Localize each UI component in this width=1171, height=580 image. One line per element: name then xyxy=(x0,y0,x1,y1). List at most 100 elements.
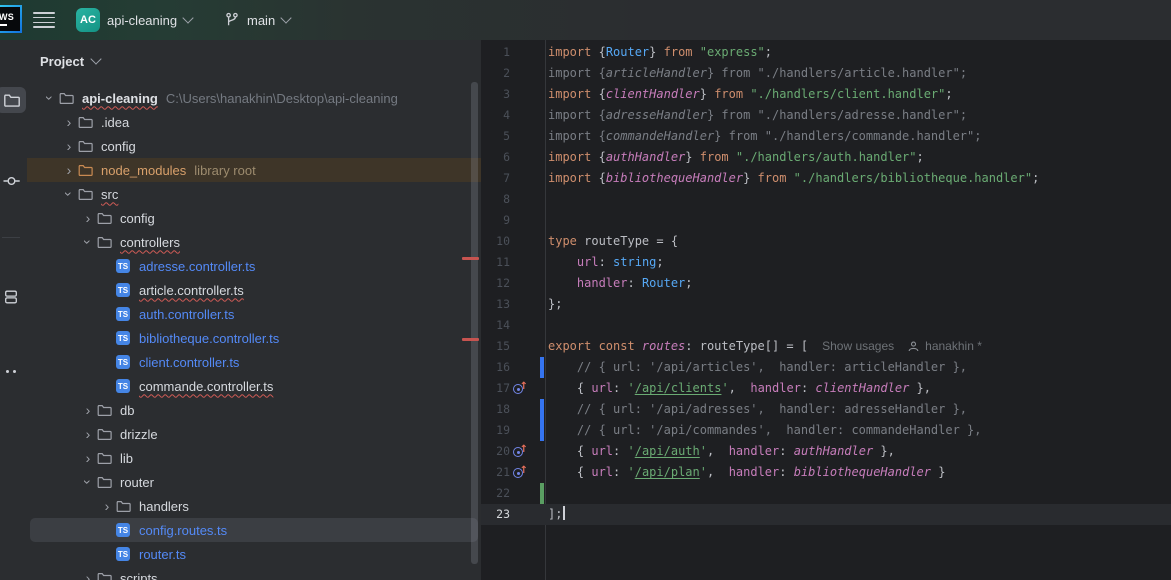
line-number[interactable]: 17 xyxy=(481,378,510,399)
tree-item-config[interactable]: ›config xyxy=(27,206,481,230)
code-text[interactable]: import {articleHandler} from "./handlers… xyxy=(548,63,967,84)
tree-item-controllers[interactable]: ›controllers xyxy=(27,230,481,254)
chevron-collapsed-icon[interactable]: › xyxy=(80,426,96,442)
code-text[interactable]: // { url: '/api/adresses', handler: adre… xyxy=(548,399,967,420)
line-number[interactable]: 8 xyxy=(481,189,510,210)
chevron-expanded-icon[interactable]: › xyxy=(42,90,58,106)
tree-item-lib[interactable]: ›lib xyxy=(27,446,481,470)
line-number[interactable]: 23 xyxy=(481,504,510,525)
tree-item-src[interactable]: ›src xyxy=(27,182,481,206)
more-tools-button[interactable] xyxy=(0,358,26,384)
project-widget[interactable]: AC api-cleaning xyxy=(76,4,192,36)
code-text[interactable]: import {authHandler} from "./handlers/au… xyxy=(548,147,924,168)
code-text[interactable]: url: string; xyxy=(548,252,664,273)
code-text[interactable]: import {adresseHandler} from "./handlers… xyxy=(548,105,967,126)
code-vision-usages[interactable]: Show usages xyxy=(822,339,894,353)
line-number[interactable]: 11 xyxy=(481,252,510,273)
line-number[interactable]: 21 xyxy=(481,462,510,483)
tree-item-api-cleaning[interactable]: ›api-cleaningC:\Users\hanakhin\Desktop\a… xyxy=(27,86,481,110)
line-number[interactable]: 7 xyxy=(481,168,510,189)
tree-item-commande.controller.ts[interactable]: TScommande.controller.ts xyxy=(27,374,481,398)
tree-item-client.controller.ts[interactable]: TSclient.controller.ts xyxy=(27,350,481,374)
line-number[interactable]: 2 xyxy=(481,63,510,84)
tree-item-config[interactable]: ›config xyxy=(27,134,481,158)
chevron-collapsed-icon[interactable]: › xyxy=(80,210,96,226)
vcs-modified-line-marker[interactable] xyxy=(540,357,544,378)
tree-item-adresse.controller.ts[interactable]: TSadresse.controller.ts xyxy=(27,254,481,278)
tree-item-auth.controller.ts[interactable]: TSauth.controller.ts xyxy=(27,302,481,326)
code-text[interactable]: import {Router} from "express"; xyxy=(548,42,772,63)
line-number[interactable]: 12 xyxy=(481,273,510,294)
code-text[interactable]: import {commandeHandler} from "./handler… xyxy=(548,126,981,147)
endpoint-gutter-icon[interactable]: ↑ xyxy=(512,465,528,481)
line-number[interactable]: 16 xyxy=(481,357,510,378)
code-text[interactable]: import {bibliothequeHandler} from "./han… xyxy=(548,168,1039,189)
error-stripe-mark[interactable] xyxy=(462,257,479,260)
tree-item-config.routes.ts[interactable]: TSconfig.routes.ts xyxy=(27,518,481,542)
code-vision-author[interactable]: hanakhin * xyxy=(925,339,982,353)
line-number[interactable]: 9 xyxy=(481,210,510,231)
chevron-collapsed-icon[interactable]: › xyxy=(61,162,77,178)
code-text[interactable]: handler: Router; xyxy=(548,273,693,294)
chevron-collapsed-icon[interactable]: › xyxy=(80,402,96,418)
project-scrollbar[interactable] xyxy=(471,82,478,564)
chevron-expanded-icon[interactable]: › xyxy=(80,234,96,250)
chevron-expanded-icon[interactable]: › xyxy=(61,186,77,202)
tree-item-article.controller.ts[interactable]: TSarticle.controller.ts xyxy=(27,278,481,302)
code-text[interactable]: import {clientHandler} from "./handlers/… xyxy=(548,84,953,105)
project-tool-button[interactable] xyxy=(0,87,26,113)
vcs-branch-widget[interactable]: main xyxy=(224,4,290,36)
vcs-modified-line-marker[interactable] xyxy=(540,399,544,420)
chevron-collapsed-icon[interactable]: › xyxy=(61,138,77,154)
vcs-added-line-marker[interactable] xyxy=(540,483,544,504)
line-number[interactable]: 4 xyxy=(481,105,510,126)
hamburger-menu-icon[interactable] xyxy=(33,12,55,28)
line-number[interactable]: 18 xyxy=(481,399,510,420)
tree-item-drizzle[interactable]: ›drizzle xyxy=(27,422,481,446)
code-editor[interactable]: 1 import {Router} from "express"; 2 import … xyxy=(481,40,1171,580)
folder-icon xyxy=(77,114,93,130)
line-number[interactable]: 20 xyxy=(481,441,510,462)
code-text[interactable]: { url: '/api/plan', handler: bibliothequ… xyxy=(548,462,945,483)
tree-item-.idea[interactable]: ›.idea xyxy=(27,110,481,134)
line-number[interactable]: 10 xyxy=(481,231,510,252)
tree-item-bibliotheque.controller.ts[interactable]: TSbibliotheque.controller.ts xyxy=(27,326,481,350)
chevron-collapsed-icon[interactable]: › xyxy=(99,498,115,514)
tree-item-scripts[interactable]: ›scripts xyxy=(27,566,481,580)
chevron-collapsed-icon[interactable]: › xyxy=(61,114,77,130)
structure-tool-button[interactable] xyxy=(0,284,26,310)
line-number[interactable]: 5 xyxy=(481,126,510,147)
vcs-modified-line-marker[interactable] xyxy=(540,420,544,441)
tree-item-router[interactable]: ›router xyxy=(27,470,481,494)
chevron-expanded-icon[interactable]: › xyxy=(80,474,96,490)
code-text[interactable]: ]; xyxy=(548,504,565,525)
line-number[interactable]: 1 xyxy=(481,42,510,63)
code-text[interactable]: { url: '/api/clients', handler: clientHa… xyxy=(548,378,931,399)
endpoint-gutter-icon[interactable]: ↑ xyxy=(512,381,528,397)
endpoint-gutter-icon[interactable]: ↑ xyxy=(512,444,528,460)
error-stripe-mark[interactable] xyxy=(462,338,479,341)
code-text[interactable]: { url: '/api/auth', handler: authHandler… xyxy=(548,441,895,462)
line-number[interactable]: 13 xyxy=(481,294,510,315)
line-number[interactable]: 3 xyxy=(481,84,510,105)
tree-item-db[interactable]: ›db xyxy=(27,398,481,422)
line-number[interactable]: 6 xyxy=(481,147,510,168)
line-number[interactable]: 15 xyxy=(481,336,510,357)
tree-item-router.ts[interactable]: TSrouter.ts xyxy=(27,542,481,566)
chevron-collapsed-icon[interactable]: › xyxy=(80,570,96,580)
code-text[interactable]: // { url: '/api/articles', handler: arti… xyxy=(548,357,967,378)
chevron-collapsed-icon[interactable]: › xyxy=(80,450,96,466)
code-text[interactable]: export const routes: routeType[] = [Show… xyxy=(548,336,982,359)
line-number[interactable]: 19 xyxy=(481,420,510,441)
commit-tool-button[interactable] xyxy=(0,168,26,194)
code-text[interactable]: type routeType = { xyxy=(548,231,678,252)
tree-item-node_modules[interactable]: ›node_moduleslibrary root xyxy=(27,158,481,182)
tree-item-handlers[interactable]: ›handlers xyxy=(27,494,481,518)
line-number[interactable]: 22 xyxy=(481,483,510,504)
code-text[interactable]: }; xyxy=(548,294,562,315)
code-text[interactable]: // { url: '/api/commandes', handler: com… xyxy=(548,420,981,441)
folder-icon xyxy=(96,450,112,466)
folder-icon xyxy=(96,570,112,580)
project-panel-header[interactable]: Project xyxy=(40,48,100,74)
line-number[interactable]: 14 xyxy=(481,315,510,336)
